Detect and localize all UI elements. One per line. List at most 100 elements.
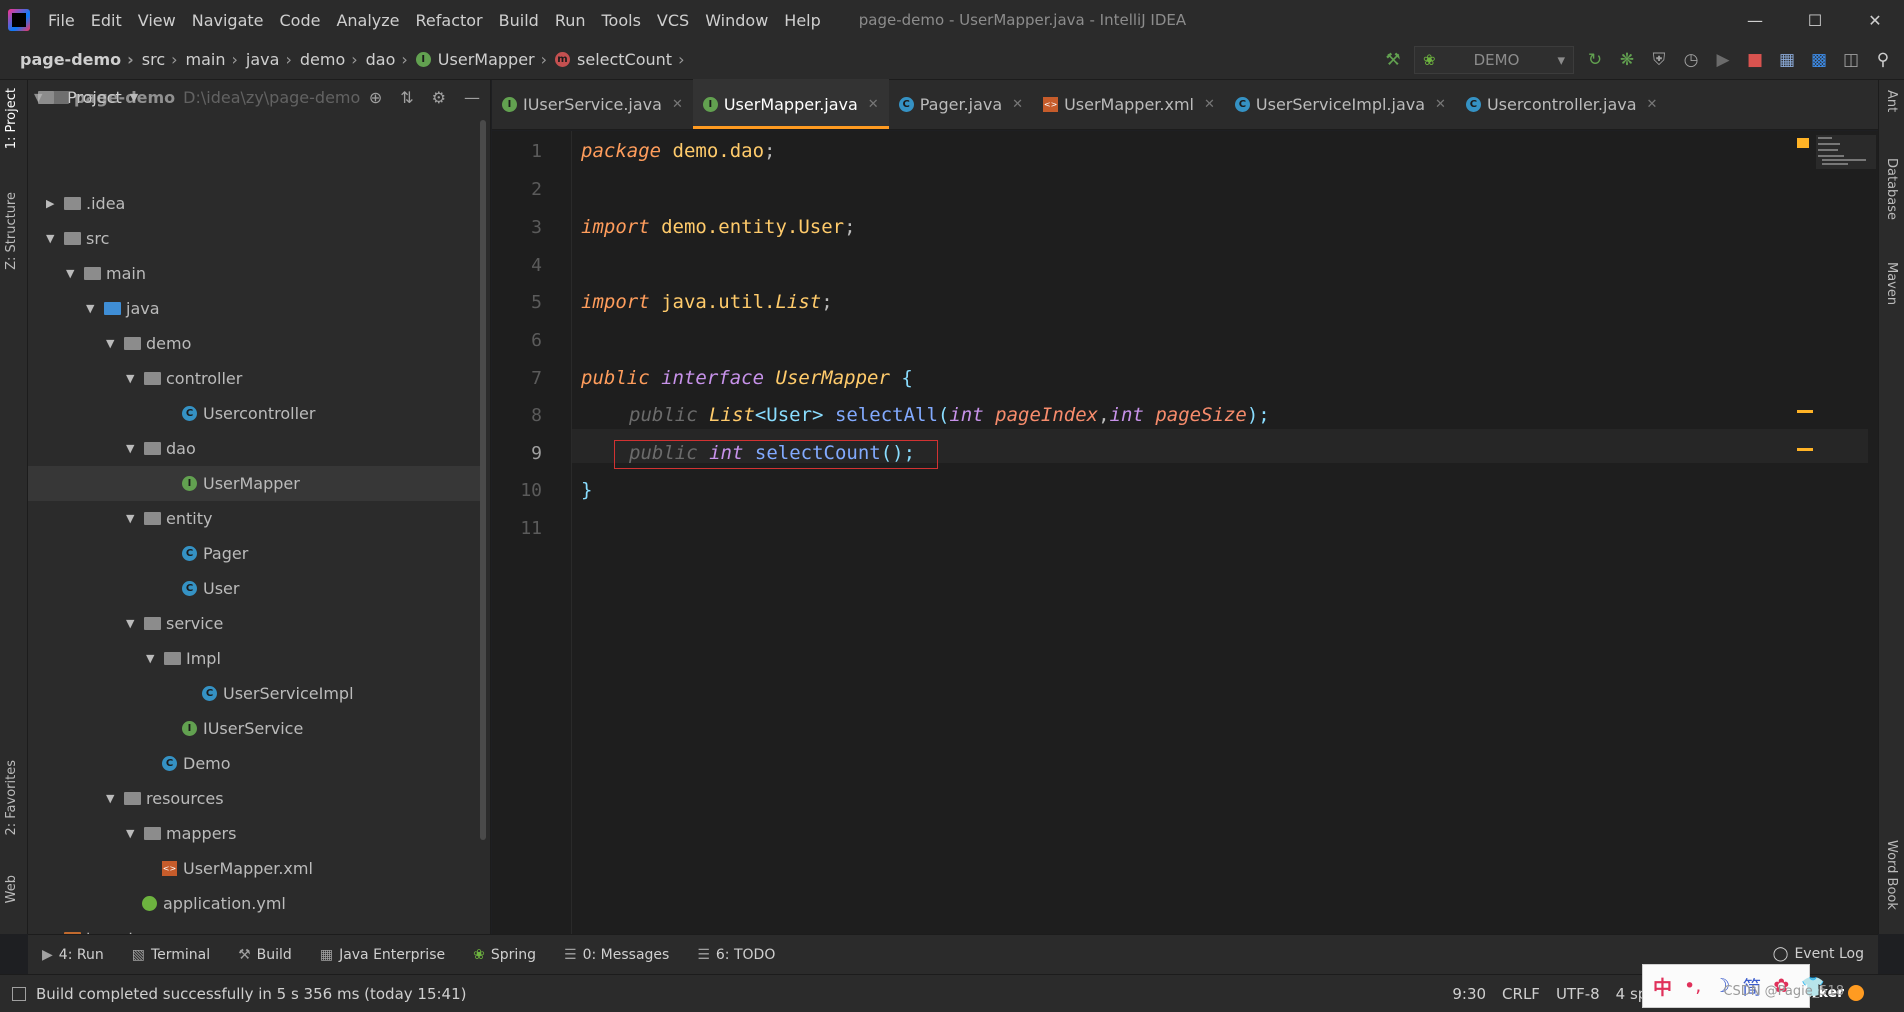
caret-position[interactable]: 9:30: [1452, 985, 1486, 1003]
line-number-gutter[interactable]: 1 2 3 4 5 6 7 8 9 10 11: [492, 131, 572, 934]
tab-usermapper-xml[interactable]: <> UserMapper.xml ✕: [1033, 79, 1225, 129]
tree-scrollbar[interactable]: [480, 120, 486, 840]
tree-row[interactable]: C UserServiceImpl: [28, 676, 483, 711]
close-icon[interactable]: ✕: [1204, 97, 1215, 112]
tool-tab-terminal[interactable]: ▧ Terminal: [132, 947, 210, 963]
tree-row-selected[interactable]: I UserMapper: [28, 466, 483, 501]
breadcrumb-item[interactable]: page-demo ›: [20, 50, 142, 69]
coverage-shield-icon[interactable]: ⛨: [1648, 49, 1670, 71]
tool-window-maven[interactable]: Maven: [1884, 262, 1899, 305]
tree-row[interactable]: C Usercontroller: [28, 396, 483, 431]
breadcrumb-item[interactable]: main ›: [186, 50, 246, 69]
menu-tools[interactable]: Tools: [594, 11, 649, 30]
toggle-tool-windows-icon[interactable]: [12, 986, 26, 1001]
tool-tab-build[interactable]: ⚒ Build: [238, 947, 292, 963]
status-message[interactable]: Build completed successfully in 5 s 356 …: [36, 985, 467, 1003]
menu-help[interactable]: Help: [776, 11, 828, 30]
tool-window-web[interactable]: Web: [4, 875, 19, 903]
close-icon[interactable]: ✕: [672, 97, 683, 112]
minimize-button[interactable]: —: [1726, 0, 1784, 40]
tool-tab-run[interactable]: ▶ 4: Run: [42, 947, 104, 963]
run-config-select[interactable]: ❀ DEMO ▾: [1414, 46, 1574, 74]
analysis-status-icon[interactable]: [1797, 138, 1809, 148]
breadcrumb-item[interactable]: demo ›: [300, 50, 366, 69]
line-separator[interactable]: CRLF: [1502, 985, 1540, 1003]
run-play-icon[interactable]: ▶: [1712, 49, 1734, 71]
tool-window-word-book[interactable]: Word Book: [1884, 840, 1899, 910]
tree-row[interactable]: ▼ main: [28, 256, 483, 291]
tool-tab-messages[interactable]: ☰ 0: Messages: [564, 947, 669, 963]
tool-window-favorites[interactable]: 2: Favorites: [4, 760, 19, 836]
tree-row[interactable]: I IUserService: [28, 711, 483, 746]
menu-analyze[interactable]: Analyze: [328, 11, 407, 30]
tree-row[interactable]: ▼ demo: [28, 326, 483, 361]
tree-row[interactable]: ▼ controller: [28, 361, 483, 396]
close-icon[interactable]: ✕: [1647, 97, 1658, 112]
tab-pager[interactable]: C Pager.java ✕: [889, 79, 1033, 129]
tree-row[interactable]: C Pager: [28, 536, 483, 571]
menu-code[interactable]: Code: [272, 11, 329, 30]
tree-row[interactable]: ▼ entity: [28, 501, 483, 536]
tree-row[interactable]: ▼ service: [28, 606, 483, 641]
close-icon[interactable]: ✕: [1435, 97, 1446, 112]
tree-row[interactable]: C Demo: [28, 746, 483, 781]
tool-window-project[interactable]: 1: Project: [4, 88, 19, 149]
maximize-button[interactable]: ☐: [1786, 0, 1844, 40]
tool-window-database[interactable]: Database: [1884, 158, 1899, 220]
tool-tab-java-enterprise[interactable]: ▦ Java Enterprise: [320, 947, 445, 963]
menu-file[interactable]: File: [40, 11, 83, 30]
search-icon[interactable]: ⚲: [1872, 49, 1894, 71]
menu-refactor[interactable]: Refactor: [408, 11, 491, 30]
tree-row[interactable]: ▼ java: [28, 291, 483, 326]
tool-tab-todo[interactable]: ☰ 6: TODO: [697, 947, 775, 963]
breadcrumb-item[interactable]: I UserMapper ›: [415, 50, 555, 69]
tree-row[interactable]: ▼ src: [28, 221, 483, 256]
tree-row-root[interactable]: ▼ page-demo D:\idea\zy\page-demo: [28, 80, 483, 115]
tree-row[interactable]: application.yml: [28, 886, 483, 921]
tab-userserviceimpl[interactable]: C UserServiceImpl.java ✕: [1225, 79, 1456, 129]
menu-edit[interactable]: Edit: [83, 11, 130, 30]
code-minimap[interactable]: [1812, 131, 1878, 191]
menu-view[interactable]: View: [130, 11, 184, 30]
tab-usermapper[interactable]: I UserMapper.java ✕: [692, 79, 889, 129]
error-stripe-mark[interactable]: [1797, 410, 1813, 413]
menu-window[interactable]: Window: [697, 11, 776, 30]
tool-tab-spring[interactable]: ❀ Spring: [473, 947, 536, 963]
project-structure-icon[interactable]: ▦: [1776, 49, 1798, 71]
file-encoding[interactable]: UTF-8: [1556, 985, 1600, 1003]
stop-icon[interactable]: ■: [1744, 49, 1766, 71]
breadcrumb-item[interactable]: src ›: [142, 50, 186, 69]
presentation-icon[interactable]: ◫: [1840, 49, 1862, 71]
tree-row[interactable]: ▼ resources: [28, 781, 483, 816]
tool-window-ant[interactable]: Ant: [1884, 90, 1899, 112]
error-stripe-mark[interactable]: [1797, 448, 1813, 451]
translate-icon[interactable]: ▩: [1808, 49, 1830, 71]
tab-usercontroller[interactable]: C Usercontroller.java ✕: [1456, 79, 1668, 129]
menu-navigate[interactable]: Navigate: [184, 11, 272, 30]
tool-window-structure[interactable]: Z: Structure: [4, 192, 19, 270]
close-icon[interactable]: ✕: [1012, 97, 1023, 112]
tree-row[interactable]: ▶target: [28, 921, 483, 934]
breadcrumb-item[interactable]: m selectCount ›: [555, 50, 692, 69]
breadcrumb-item[interactable]: dao ›: [366, 50, 416, 69]
profile-icon[interactable]: ◷: [1680, 49, 1702, 71]
tree-row[interactable]: ▼ Impl: [28, 641, 483, 676]
menu-build[interactable]: Build: [491, 11, 547, 30]
tree-row[interactable]: C User: [28, 571, 483, 606]
ime-punctuation-icon[interactable]: •,: [1684, 975, 1701, 997]
close-icon[interactable]: ✕: [868, 97, 879, 112]
tree-row[interactable]: ▶ .idea: [28, 186, 483, 221]
code-editor[interactable]: 1 2 3 4 5 6 7 8 9 10 11 package demo.dao…: [492, 131, 1878, 934]
menu-run[interactable]: Run: [547, 11, 594, 30]
tree-row[interactable]: ▼ dao: [28, 431, 483, 466]
close-window-button[interactable]: ✕: [1846, 0, 1904, 40]
ime-language-icon[interactable]: 中: [1653, 973, 1672, 1000]
rerun-icon[interactable]: ↻: [1584, 49, 1606, 71]
tree-row[interactable]: <> UserMapper.xml: [28, 851, 483, 886]
build-hammer-icon[interactable]: ⚒: [1382, 49, 1404, 71]
tab-iuserservice[interactable]: I IUserService.java ✕: [492, 79, 693, 129]
tree-row[interactable]: ▼ mappers: [28, 816, 483, 851]
menu-vcs[interactable]: VCS: [649, 11, 697, 30]
breadcrumb-item[interactable]: java ›: [246, 50, 300, 69]
debug-bug-icon[interactable]: ❋: [1616, 49, 1638, 71]
